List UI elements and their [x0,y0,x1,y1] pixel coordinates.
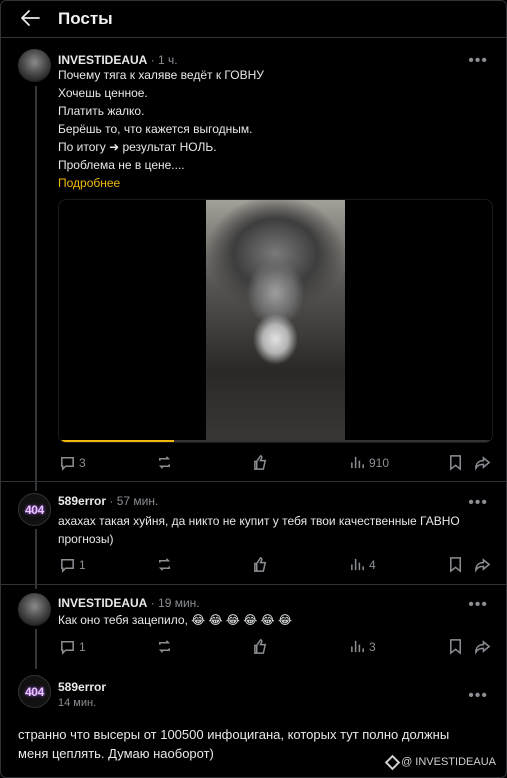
thumbs-up-icon [254,557,267,572]
repost-icon [158,558,171,571]
share-icon [475,558,491,573]
author-name[interactable]: 589error [58,680,106,694]
post-line: меня цеплять. Думаю наоборот) [18,746,214,761]
reply-button[interactable]: 3 [59,454,86,471]
views-button[interactable]: 910 [349,454,389,471]
repost-button[interactable] [156,454,173,471]
bookmark-button[interactable] [447,454,464,471]
post-actions: 1 3 [1,638,506,658]
share-icon [475,640,491,655]
post-line: Берёшь то, что кажется выгодным. [58,122,253,136]
more-options-icon[interactable]: ••• [468,53,488,69]
post-body: странно что высеры от 100500 инфоцигана,… [18,725,449,763]
post-divider [1,584,506,585]
comment-icon [61,641,74,655]
repost-icon [158,456,171,469]
views-bar-icon [351,456,364,469]
header: Посты [1,1,506,37]
post-body: Как оно тебя зацепило, 😂 😂 😂 😂 😂 😂 [58,611,292,629]
post-time: 14 мин. [58,697,97,709]
reply-button[interactable]: 1 [59,638,86,655]
thumbs-up-icon [254,455,267,470]
avatar-label: 404 [24,502,45,517]
post-line: По итогу ➜ результат НОЛЬ. [58,140,217,154]
post-meta: INVESTIDEAUA · 1 ч. [58,53,178,67]
comment-icon [61,457,74,471]
share-icon [475,456,491,471]
thumbs-up-icon [254,639,267,654]
bookmark-icon [450,455,461,471]
read-more-link[interactable]: Подробнее [58,176,120,190]
share-button[interactable] [474,556,491,573]
share-button[interactable] [474,454,491,471]
post-line: Как оно тебя зацепило, 😂 😂 😂 😂 😂 😂 [58,613,292,627]
page-title: Посты [58,9,113,28]
header-divider [1,37,506,38]
post-meta: 589error 14 мин. [58,680,106,709]
watermark-text: @ INVESTIDEAUA [401,756,496,768]
bookmark-icon [450,557,461,573]
reply-button[interactable]: 1 [59,556,86,573]
post-line: Платить жалко. [58,104,145,118]
reply-count: 3 [79,455,86,470]
video-frame [206,200,345,442]
bookmark-icon [450,639,461,655]
views-button[interactable]: 3 [349,638,376,655]
repost-icon [158,640,171,653]
thread-view: Посты INVESTIDEAUA · 1 ч. ••• Почему тяг… [0,0,507,778]
binance-logo-icon [384,754,401,770]
bookmark-button[interactable] [447,556,464,573]
view-count: 3 [369,639,376,654]
comment-icon [61,559,74,573]
more-options-icon[interactable]: ••• [468,597,488,613]
views-bar-icon [351,640,364,653]
like-button[interactable] [252,638,269,655]
back-arrow-icon[interactable] [19,8,41,28]
post-line: Проблема не в цене.... [58,158,185,172]
bookmark-button[interactable] [447,638,464,655]
post-body: Почему тяга к халяве ведёт к ГОВНУ Хочеш… [58,66,264,174]
more-options-icon[interactable]: ••• [468,495,488,511]
post-line: странно что высеры от 100500 инфоцигана,… [18,727,450,742]
author-name[interactable]: 589error [58,494,106,508]
post-time: · 19 мин. [150,596,200,610]
post-line: Хочешь ценное. [58,86,148,100]
author-name[interactable]: INVESTIDEAUA [58,596,147,610]
views-bar-icon [351,558,364,571]
share-button[interactable] [474,638,491,655]
more-options-icon[interactable]: ••• [468,688,488,704]
reply-count: 1 [79,639,86,654]
avatar[interactable]: 404 [18,675,51,708]
views-button[interactable]: 4 [349,556,376,573]
post-time: · 1 ч. [150,53,178,67]
avatar[interactable] [18,49,51,82]
post-line: прогнозы) [58,532,114,546]
post-body: ахахах такая хуйня, да никто не купит у … [58,512,460,548]
post-line: Почему тяга к халяве ведёт к ГОВНУ [58,68,264,82]
watermark: @ INVESTIDEAUA [384,754,496,770]
video-player[interactable] [58,199,493,443]
view-count: 4 [369,557,376,572]
avatar[interactable] [18,593,51,626]
post-line: ахахах такая хуйня, да никто не купит у … [58,514,460,528]
author-name[interactable]: INVESTIDEAUA [58,53,147,67]
post-actions: 1 4 [1,556,506,576]
post-meta: INVESTIDEAUA · 19 мин. [58,596,200,610]
post-time: · 57 мин. [109,494,159,508]
view-count: 910 [369,455,390,470]
repost-button[interactable] [156,638,173,655]
post-actions: 3 910 [1,454,506,474]
post-divider [1,481,506,482]
avatar-label: 404 [24,684,45,699]
repost-button[interactable] [156,556,173,573]
reply-count: 1 [79,557,86,572]
avatar[interactable]: 404 [18,493,51,526]
like-button[interactable] [252,454,269,471]
like-button[interactable] [252,556,269,573]
video-progress-fill [59,440,174,442]
post-meta: 589error · 57 мин. [58,494,158,508]
thread-line [35,86,37,491]
